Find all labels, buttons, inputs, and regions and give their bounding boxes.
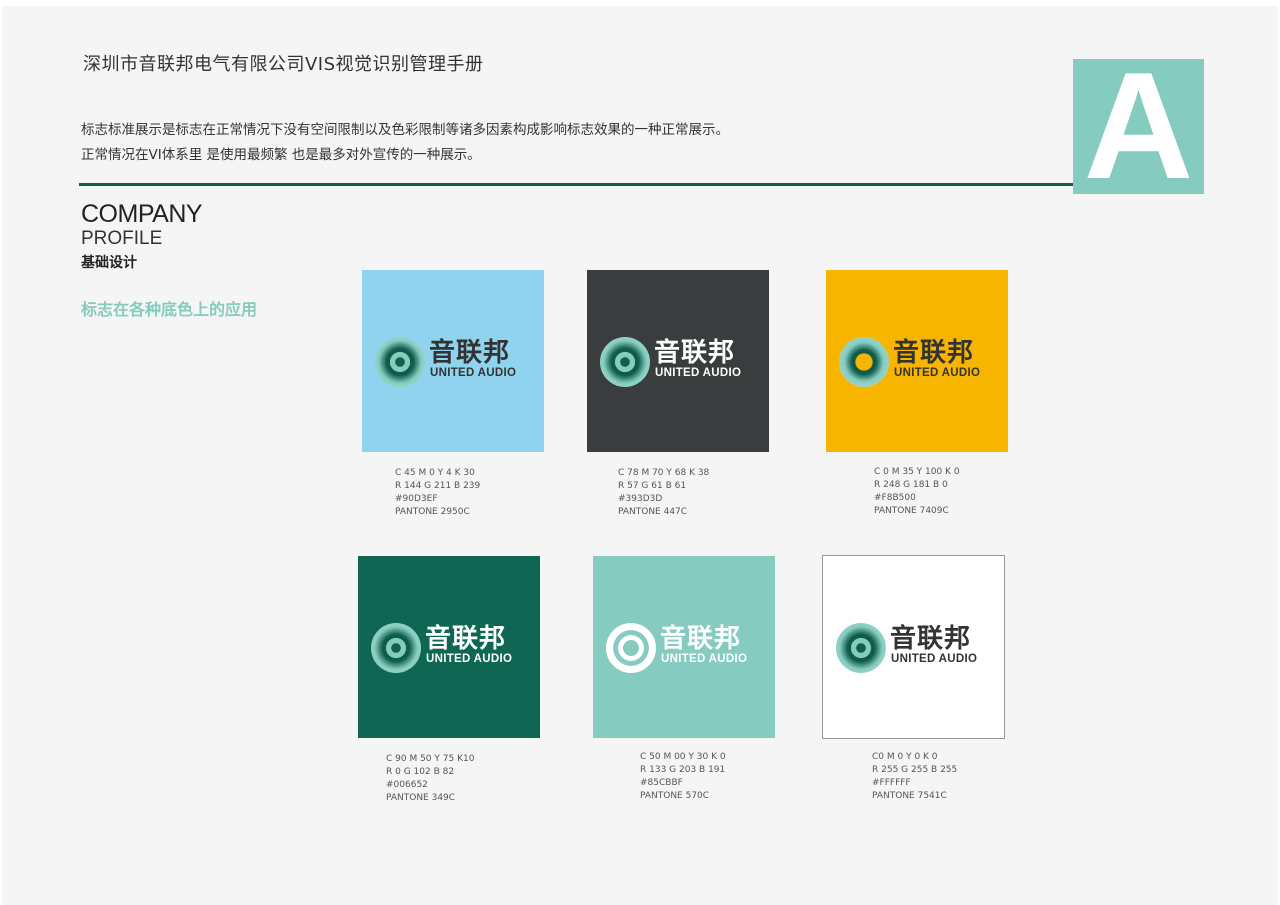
section-heading-company: COMPANY <box>81 200 203 228</box>
color-spec-white: C0 M 0 Y 0 K 0 R 255 G 255 B 255 #FFFFFF PA… <box>872 751 957 803</box>
spec-cmyk: C 90 M 50 Y 75 K10 <box>386 754 475 764</box>
section-heading-basic: 基础设计 <box>81 255 137 271</box>
spec-pantone: PANTONE 349C <box>386 793 456 803</box>
spec-hex: #393D3D <box>618 494 663 504</box>
logo-name-cn: 音联邦 <box>654 338 736 368</box>
color-spec-yellow: C 0 M 35 Y 100 K 0 R 248 G 181 B 0 #F8B500… <box>874 466 960 518</box>
logo-name-cn: 音联邦 <box>890 624 972 654</box>
logo-ring-icon <box>371 623 421 673</box>
spec-cmyk: C0 M 0 Y 0 K 0 <box>872 752 938 762</box>
brand-logo: 音联邦 UNITED AUDIO <box>836 620 996 676</box>
logo-name-en: UNITED AUDIO <box>891 653 978 665</box>
spec-cmyk: C 0 M 35 Y 100 K 0 <box>874 467 960 477</box>
logo-name-cn: 音联邦 <box>429 338 511 368</box>
section-subtitle: 标志在各种底色上的应用 <box>81 300 258 319</box>
spec-rgb: R 248 G 181 B 0 <box>874 480 948 490</box>
spec-rgb: R 255 G 255 B 255 <box>872 765 958 775</box>
brand-logo: 音联邦 UNITED AUDIO <box>375 334 535 390</box>
brand-logo: 音联邦 UNITED AUDIO <box>371 620 531 676</box>
logo-name-en: UNITED AUDIO <box>655 367 742 379</box>
logo-ring-icon <box>375 337 425 387</box>
spec-pantone: PANTONE 2950C <box>395 507 470 517</box>
spec-rgb: R 0 G 102 B 82 <box>386 767 455 777</box>
logo-name-en: UNITED AUDIO <box>661 653 748 665</box>
logo-name-en: UNITED AUDIO <box>430 367 517 379</box>
header-divider <box>79 183 1074 186</box>
spec-cmyk: C 45 M 0 Y 4 K 30 <box>395 468 475 478</box>
intro-text: 标志标准展示是标志在正常情况下没有空间限制以及色彩限制等诸多因素构成影响标志效果… <box>81 118 729 168</box>
spec-cmyk: C 78 M 70 Y 68 K 38 <box>618 468 710 478</box>
color-swatch-yellow: 音联邦 UNITED AUDIO <box>826 270 1008 452</box>
logo-name-en: UNITED AUDIO <box>894 367 981 379</box>
spec-rgb: R 57 G 61 B 61 <box>618 481 687 491</box>
logo-ring-icon <box>839 337 889 387</box>
logo-ring-icon <box>600 337 650 387</box>
logo-name-cn: 音联邦 <box>660 624 742 654</box>
color-swatch-mint: 音联邦 UNITED AUDIO <box>593 556 775 738</box>
logo-ring-icon <box>836 623 886 673</box>
logo-name-cn: 音联邦 <box>425 624 507 654</box>
color-swatch-light-blue: 音联邦 UNITED AUDIO <box>362 270 544 452</box>
color-spec-light-blue: C 45 M 0 Y 4 K 30 R 144 G 211 B 239 #90D3E… <box>395 467 480 519</box>
spec-pantone: PANTONE 570C <box>640 791 710 801</box>
logo-ring-icon <box>606 623 656 673</box>
spec-hex: #006652 <box>386 780 428 790</box>
spec-rgb: R 133 G 203 B 191 <box>640 765 726 775</box>
logo-name-en: UNITED AUDIO <box>426 653 513 665</box>
spec-pantone: PANTONE 447C <box>618 507 688 517</box>
color-spec-dark-green: C 90 M 50 Y 75 K10 R 0 G 102 B 82 #006652 P… <box>386 753 474 805</box>
color-swatch-dark-gray: 音联邦 UNITED AUDIO <box>587 270 769 452</box>
section-letter: A <box>1083 59 1194 194</box>
intro-line-2: 正常情况在VI体系里 是使用最频繁 也是最多对外宣传的一种展示。 <box>81 147 481 163</box>
spec-cmyk: C 50 M 00 Y 30 K 0 <box>640 752 726 762</box>
color-swatch-dark-green: 音联邦 UNITED AUDIO <box>358 556 540 738</box>
brand-logo: 音联邦 UNITED AUDIO <box>606 620 766 676</box>
section-heading-profile: PROFILE <box>81 228 163 249</box>
spec-hex: #85CBBF <box>640 778 683 788</box>
logo-name-cn: 音联邦 <box>893 338 975 368</box>
brand-logo: 音联邦 UNITED AUDIO <box>600 334 760 390</box>
color-spec-dark-gray: C 78 M 70 Y 68 K 38 R 57 G 61 B 61 #393D3D… <box>618 467 709 519</box>
spec-pantone: PANTONE 7409C <box>874 506 949 516</box>
spec-rgb: R 144 G 211 B 239 <box>395 481 481 491</box>
brand-logo: 音联邦 UNITED AUDIO <box>839 334 999 390</box>
spec-hex: #FFFFFF <box>872 778 911 788</box>
intro-line-1: 标志标准展示是标志在正常情况下没有空间限制以及色彩限制等诸多因素构成影响标志效果… <box>81 122 729 138</box>
color-spec-mint: C 50 M 00 Y 30 K 0 R 133 G 203 B 191 #85CB… <box>640 751 726 803</box>
spec-hex: #90D3EF <box>395 494 438 504</box>
spec-hex: #F8B500 <box>874 493 916 503</box>
section-letter-badge: A <box>1073 59 1204 194</box>
color-swatch-white: 音联邦 UNITED AUDIO <box>822 555 1005 739</box>
spec-pantone: PANTONE 7541C <box>872 791 947 801</box>
document-title: 深圳市音联邦电气有限公司VIS视觉识别管理手册 <box>83 54 484 75</box>
